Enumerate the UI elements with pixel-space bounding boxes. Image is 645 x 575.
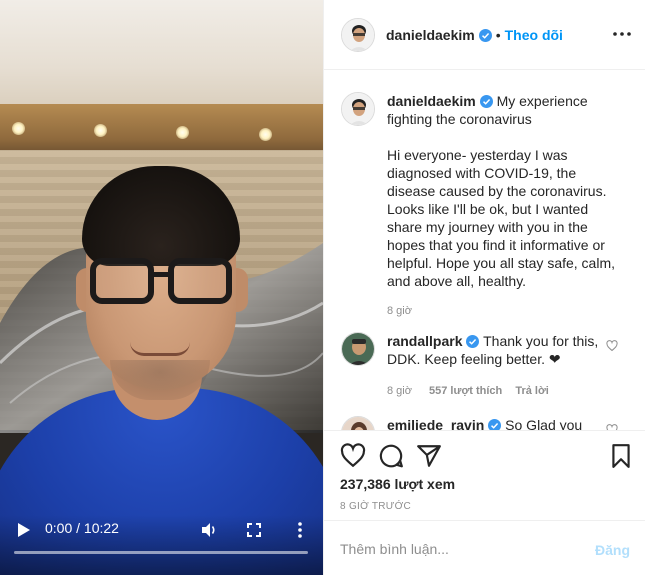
verified-badge-icon xyxy=(466,335,480,348)
video-time: 0:00 / 10:22 xyxy=(45,520,119,536)
comment-avatar[interactable] xyxy=(341,332,375,366)
verified-badge-icon xyxy=(488,419,502,430)
comments-list[interactable]: danieldaekim My experience fighting the … xyxy=(324,70,645,430)
play-icon[interactable] xyxy=(17,522,31,538)
video-player[interactable]: 0:00 / 10:22 xyxy=(0,0,323,575)
comment-like-icon[interactable] xyxy=(606,340,618,352)
reply-button[interactable]: Trả lời xyxy=(515,385,549,397)
comment-username[interactable]: emiliede_ravin xyxy=(387,417,484,430)
avatar[interactable] xyxy=(341,18,375,52)
like-heart-icon[interactable] xyxy=(340,443,366,469)
comment-bubble-icon[interactable] xyxy=(378,443,404,469)
video-progress-bar[interactable] xyxy=(14,551,308,554)
caption-time: 8 giờ xyxy=(387,305,412,317)
caption-avatar[interactable] xyxy=(341,92,375,126)
comment-likes[interactable]: 557 lượt thích xyxy=(429,385,502,397)
post-panel: danieldaekim • Theo dõi danieldaekim My ex… xyxy=(323,0,645,575)
comment-input[interactable] xyxy=(340,535,580,563)
caption: danieldaekim My experience fighting the … xyxy=(387,92,627,320)
caption-username[interactable]: danieldaekim xyxy=(387,93,476,109)
caption-body: Hi everyone- yesterday I was diagnosed w… xyxy=(387,147,616,289)
comment-avatar[interactable] xyxy=(341,416,375,430)
add-comment-bar: Đăng xyxy=(324,520,645,575)
share-paper-plane-icon[interactable] xyxy=(416,443,442,469)
comment-item: randallpark Thank you for this, DDK. Kee… xyxy=(387,332,607,400)
post-comment-button[interactable]: Đăng xyxy=(595,542,630,558)
volume-icon[interactable] xyxy=(200,521,218,539)
bookmark-icon[interactable] xyxy=(608,443,634,469)
more-options-icon[interactable] xyxy=(612,26,632,42)
comment-username[interactable]: randallpark xyxy=(387,333,462,349)
header-separator: • xyxy=(495,27,501,43)
follow-button[interactable]: Theo dõi xyxy=(505,27,563,43)
post-timestamp[interactable]: 8 GIỜ TRƯỚC xyxy=(340,501,411,512)
view-count[interactable]: 237,386 lượt xem xyxy=(340,476,455,492)
post-header: danieldaekim • Theo dõi xyxy=(324,0,645,70)
fullscreen-icon[interactable] xyxy=(247,523,261,537)
comment-item: emiliede_ravin So Glad you xyxy=(387,416,607,430)
comment-time: 8 giờ xyxy=(387,385,412,397)
verified-badge-icon xyxy=(478,29,492,42)
comment-text: So Glad you xyxy=(505,417,583,430)
header-username[interactable]: danieldaekim xyxy=(386,27,475,43)
verified-badge-icon xyxy=(479,95,493,108)
more-options-icon[interactable] xyxy=(297,522,303,538)
video-frame xyxy=(0,0,323,575)
post-actions: 237,386 lượt xem 8 GIỜ TRƯỚC xyxy=(324,430,645,520)
